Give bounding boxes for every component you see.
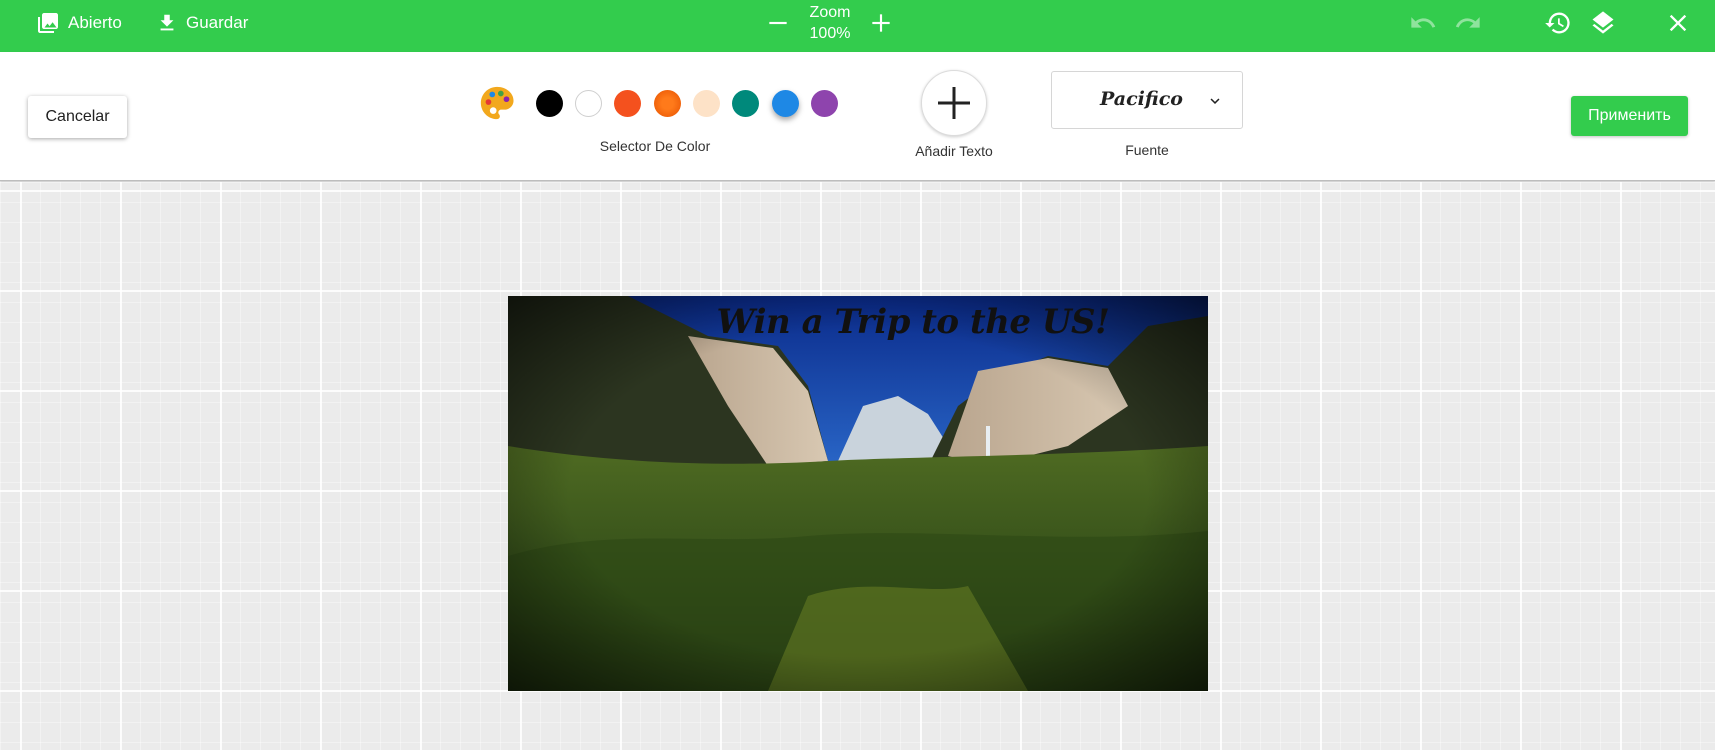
redo-icon[interactable]	[1454, 9, 1482, 37]
history-icon[interactable]	[1544, 9, 1572, 37]
open-button[interactable]: Abierto	[36, 0, 122, 46]
save-button[interactable]: Guardar	[156, 0, 248, 46]
zoom-value: 100%	[809, 25, 851, 42]
canvas-area[interactable]: Win a Trip to the US!	[0, 182, 1715, 750]
open-label: Abierto	[68, 13, 122, 32]
swatch-orange-red[interactable]	[614, 90, 641, 117]
editor-toolbar: Cancelar Selector De Color Añadir Texto …	[0, 52, 1715, 181]
top-bar: Abierto Guardar Zoom 100%	[0, 0, 1715, 52]
valley-landscape-image	[508, 296, 1208, 691]
font-label: Fuente	[1125, 142, 1169, 158]
zoom-label: Zoom	[809, 4, 851, 21]
swatch-black[interactable]	[536, 90, 563, 117]
palette-icon[interactable]	[478, 84, 516, 122]
download-icon	[160, 14, 174, 31]
swatch-white[interactable]	[575, 90, 602, 117]
cancel-button[interactable]: Cancelar	[28, 96, 127, 138]
close-icon[interactable]	[1664, 9, 1692, 37]
apply-button[interactable]: Применить	[1571, 96, 1688, 136]
plus-icon	[938, 87, 970, 119]
swatch-teal[interactable]	[732, 90, 759, 117]
undo-icon[interactable]	[1409, 9, 1437, 37]
color-picker-label: Selector De Color	[599, 138, 711, 154]
swatch-blue[interactable]	[772, 90, 799, 117]
canvas-text-caption[interactable]: Win a Trip to the US!	[508, 302, 1208, 342]
add-text-label: Añadir Texto	[915, 143, 993, 159]
save-label: Guardar	[186, 13, 249, 32]
canvas-image[interactable]: Win a Trip to the US!	[508, 296, 1208, 691]
zoom-in-button[interactable]	[868, 10, 894, 36]
chevron-down-icon	[1210, 98, 1220, 104]
font-select[interactable]: Pacifico	[1051, 71, 1243, 129]
font-value: Pacifico	[1100, 88, 1183, 110]
zoom-out-button[interactable]	[765, 10, 791, 36]
image-open-icon	[38, 13, 58, 33]
swatch-purple[interactable]	[811, 90, 838, 117]
zoom-indicator: Zoom 100%	[790, 2, 870, 44]
swatch-peach[interactable]	[693, 90, 720, 117]
add-text-button[interactable]	[921, 70, 987, 136]
swatch-orange-pattern[interactable]	[654, 90, 681, 117]
layers-icon[interactable]	[1589, 9, 1617, 37]
